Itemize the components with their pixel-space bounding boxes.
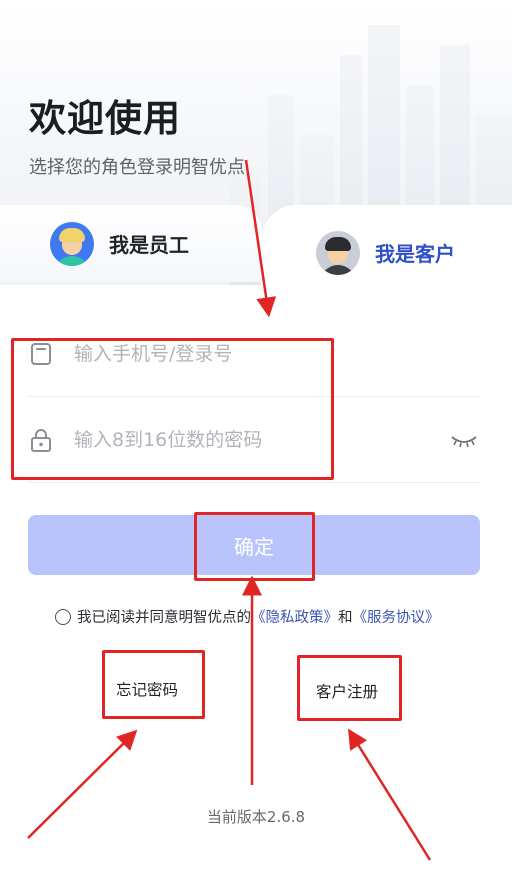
annotation-arrow-fields [244, 159, 277, 318]
annotation-arrows [27, 159, 432, 861]
annotation-arrow-register [348, 728, 432, 861]
annotation-arrow-forgot [27, 729, 138, 839]
